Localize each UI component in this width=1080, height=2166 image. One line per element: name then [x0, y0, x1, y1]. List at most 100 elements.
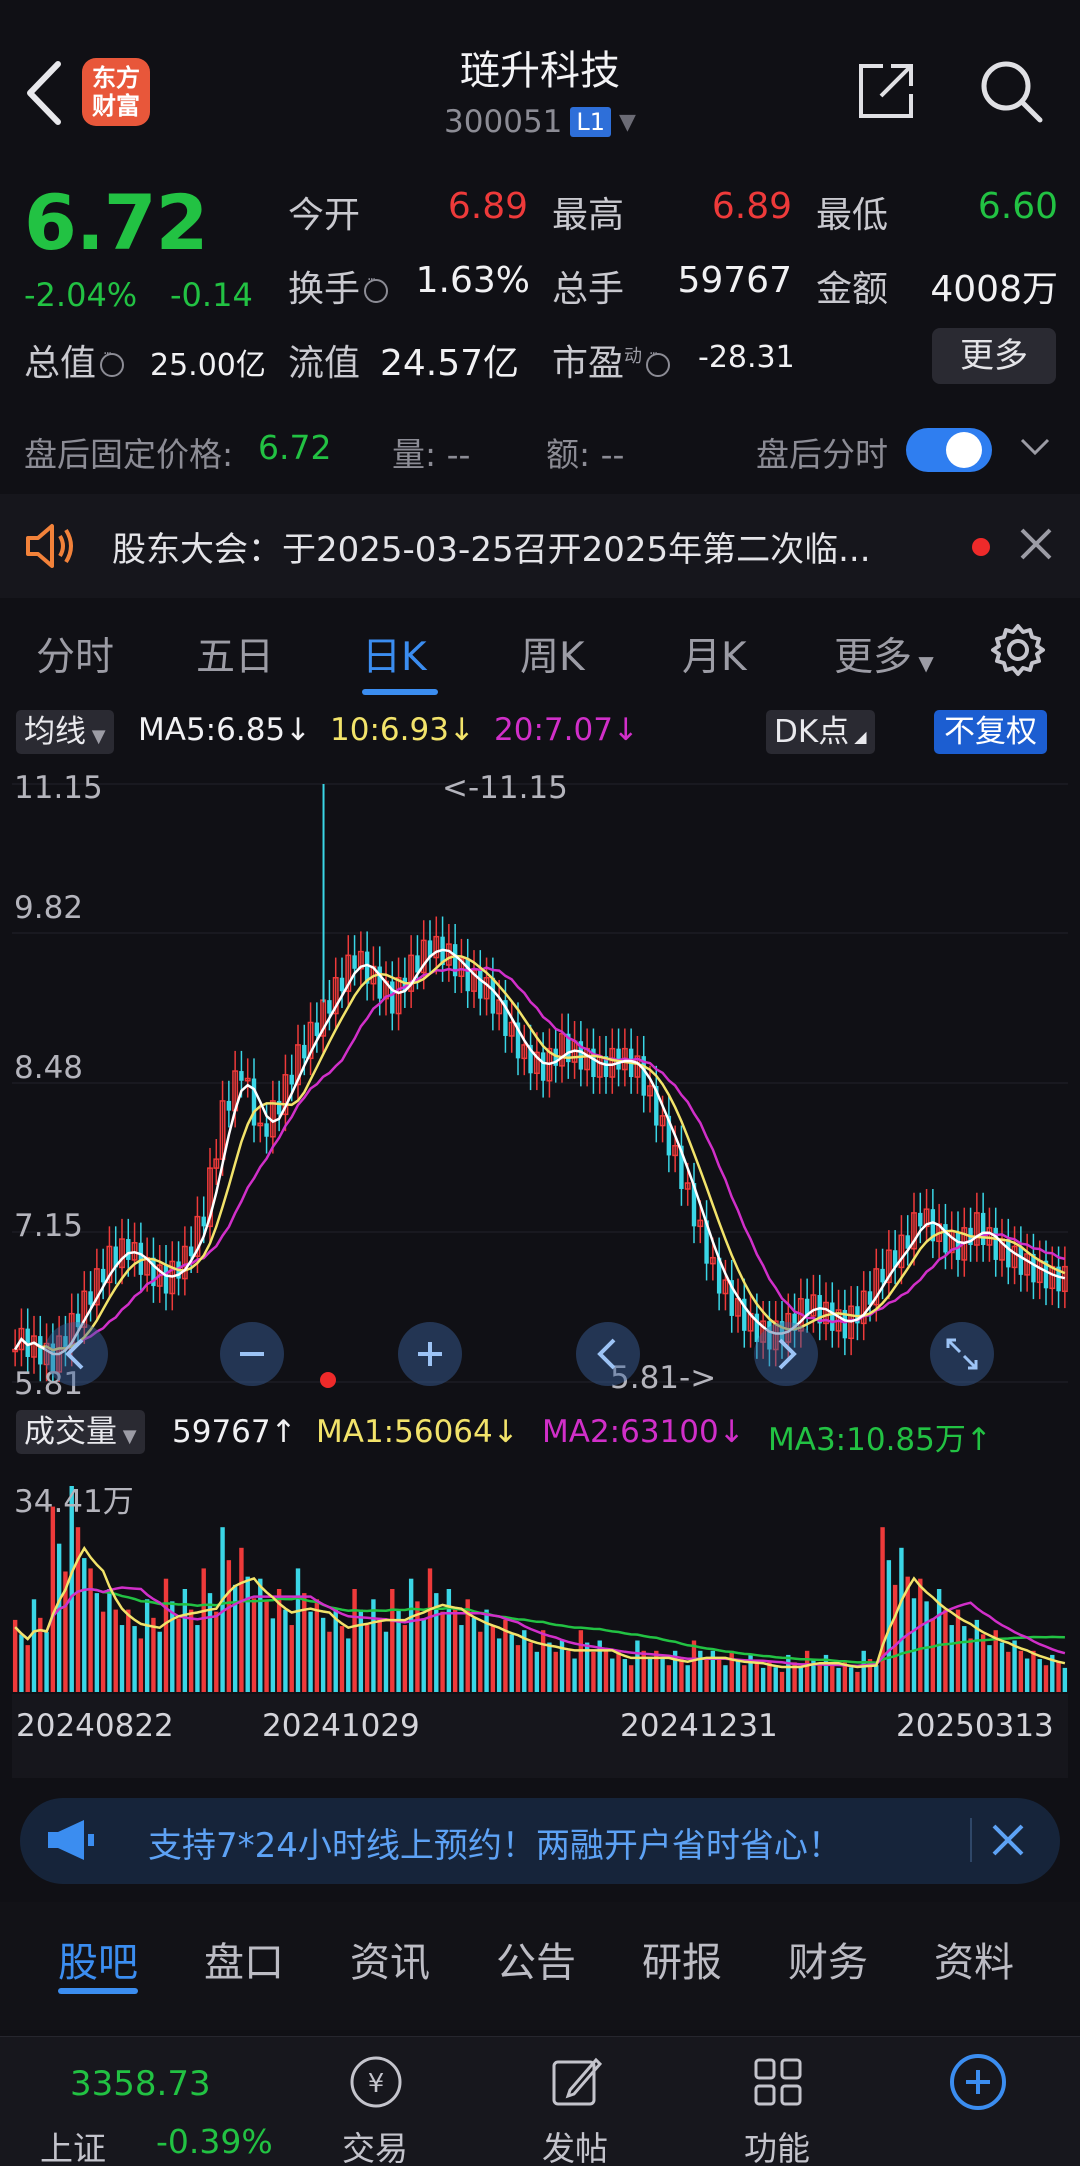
promo-divider	[970, 1818, 972, 1862]
turnover-label[interactable]: 换手	[288, 260, 389, 312]
volume-bar	[786, 1654, 791, 1692]
tab-research[interactable]: 研报	[642, 1930, 722, 1988]
info-icon[interactable]	[364, 272, 389, 303]
volume-bar	[987, 1645, 992, 1692]
volume-selector-label: 成交量	[24, 1414, 117, 1450]
volume-bar	[861, 1650, 866, 1692]
search-icon[interactable]	[978, 58, 1044, 124]
compose-icon[interactable]	[546, 2052, 606, 2112]
volume-bar	[943, 1609, 948, 1692]
close-icon[interactable]	[990, 1822, 1026, 1858]
volume-bar	[899, 1547, 904, 1692]
nav-trade[interactable]: 交易	[342, 2122, 408, 2166]
candle-body	[918, 1212, 923, 1227]
candle-body	[264, 1123, 269, 1137]
volume-bar	[214, 1611, 219, 1692]
volume-bar	[490, 1626, 496, 1692]
volume-bar	[333, 1609, 338, 1692]
tab-monthly-k[interactable]: 月K	[682, 626, 747, 682]
candle-body	[339, 977, 345, 992]
volume-selector[interactable]: 成交量 ▼	[16, 1410, 145, 1454]
chevron-right-icon[interactable]	[752, 1320, 820, 1388]
candle-body	[201, 1216, 206, 1227]
info-icon[interactable]	[646, 346, 671, 377]
tab-more[interactable]: 更多 ▼	[834, 626, 934, 682]
gear-icon[interactable]	[990, 622, 1046, 678]
volume-bar	[408, 1578, 414, 1692]
amount-label: 金额	[816, 269, 889, 310]
volume-bar	[566, 1650, 571, 1692]
volume-bar	[245, 1576, 250, 1692]
kline-chart[interactable]	[12, 764, 1068, 1402]
pe-label[interactable]: 市盈动	[552, 334, 671, 386]
volume-bar	[75, 1527, 81, 1692]
tab-announcements[interactable]: 公告	[496, 1930, 576, 1988]
promo-text[interactable]: 支持7*24小时线上预约！两融开户省时省心！	[148, 1818, 842, 1867]
grid-icon[interactable]	[748, 2052, 808, 2112]
info-icon[interactable]	[100, 346, 125, 377]
volume-bar	[188, 1609, 194, 1692]
volume-chart[interactable]	[12, 1466, 1068, 1692]
stock-code-row[interactable]: 300051 L1 ▼	[0, 104, 1080, 140]
dk-point-label: DK点	[774, 714, 850, 750]
volume-bar	[1031, 1650, 1036, 1692]
chevron-down-icon[interactable]	[1018, 426, 1052, 466]
volume-bar	[980, 1634, 986, 1692]
candle-body	[239, 1071, 244, 1081]
date-label: 20250313	[896, 1708, 1054, 1744]
volume-bar	[1056, 1662, 1061, 1692]
fullscreen-icon[interactable]	[928, 1320, 996, 1388]
volume-bar	[270, 1618, 276, 1692]
index-change: -0.39%	[156, 2122, 273, 2161]
chevron-left-icon[interactable]	[574, 1320, 642, 1388]
tab-more-label: 更多	[834, 635, 913, 680]
zoom-out-icon[interactable]	[218, 1320, 286, 1388]
zoom-in-icon[interactable]	[396, 1320, 464, 1388]
stock-code: 300051	[444, 104, 563, 140]
volume-bar	[660, 1659, 665, 1692]
stock-name: 琏升科技	[460, 48, 620, 94]
vol-ma2-legend: MA2:63100↓	[542, 1414, 745, 1450]
ma5-legend: MA5:6.85↓	[138, 712, 312, 748]
volume-bar	[729, 1650, 734, 1692]
candle-body	[251, 1078, 257, 1126]
trade-icon[interactable]: ¥	[346, 2052, 406, 2112]
candle-body	[302, 1044, 307, 1059]
tab-daily-k[interactable]: 日K	[362, 626, 427, 682]
tab-forum[interactable]: 股吧	[58, 1930, 138, 1988]
close-icon[interactable]	[1018, 526, 1054, 562]
tab-financials[interactable]: 财务	[788, 1930, 868, 1988]
candle-body	[88, 1291, 93, 1305]
volume-bar	[427, 1568, 433, 1692]
index-value[interactable]: 3358.73	[70, 2064, 211, 2104]
candle-body	[289, 1074, 294, 1085]
share-icon[interactable]	[855, 60, 917, 122]
volume-bar	[528, 1642, 533, 1692]
tab-intraday[interactable]: 分时	[36, 626, 114, 682]
ma10-legend: 10:6.93↓	[330, 712, 475, 748]
dk-point-button[interactable]: DK点 ◢	[766, 710, 875, 754]
nav-post[interactable]: 发帖	[542, 2122, 608, 2166]
ma-selector[interactable]: 均线 ▼	[16, 710, 114, 754]
volume-bar	[999, 1642, 1005, 1692]
volume-bar	[773, 1667, 778, 1692]
index-name[interactable]: 上证	[40, 2122, 106, 2166]
candle-body	[830, 1302, 835, 1331]
nav-functions[interactable]: 功能	[744, 2122, 810, 2166]
tab-weekly-k[interactable]: 周K	[520, 626, 585, 682]
date-label: 20240822	[16, 1708, 174, 1744]
volume-bar	[383, 1631, 389, 1692]
tab-news[interactable]: 资讯	[350, 1930, 430, 1988]
notice-text[interactable]: 股东大会：于2025-03-25召开2025年第二次临...	[112, 522, 952, 571]
tab-profile[interactable]: 资料	[934, 1930, 1014, 1988]
mktcap-label[interactable]: 总值	[24, 334, 125, 386]
adjust-button[interactable]: 不复权	[934, 710, 1047, 754]
add-icon[interactable]	[948, 2052, 1008, 2112]
scroll-left-icon[interactable]	[42, 1320, 110, 1388]
mktcap-value: 25.00亿	[150, 348, 266, 383]
volume-bar	[666, 1665, 672, 1692]
tab-orderbook[interactable]: 盘口	[204, 1930, 284, 1988]
volume-bar	[195, 1625, 200, 1692]
tab-five-day[interactable]: 五日	[196, 626, 274, 682]
more-button[interactable]: 更多	[932, 328, 1056, 384]
